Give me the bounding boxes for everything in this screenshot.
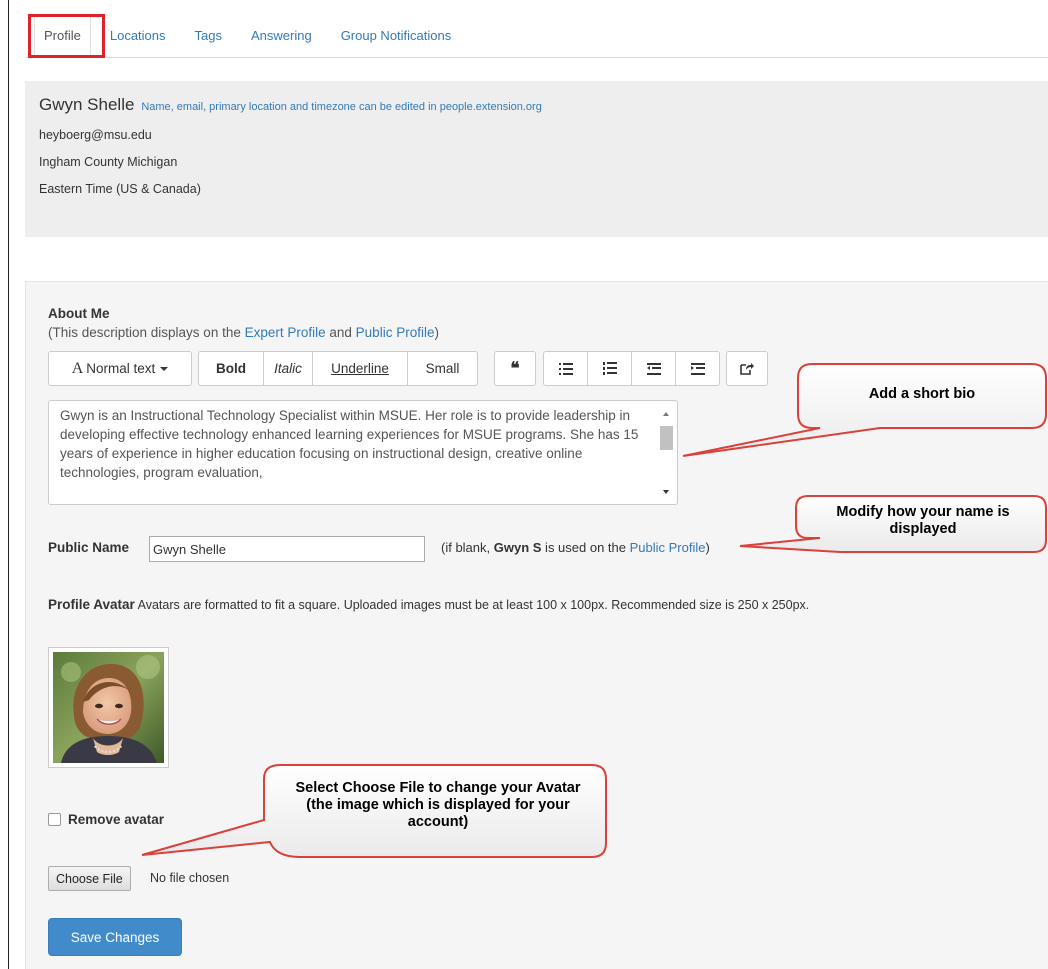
bold-button[interactable]: Bold [198, 351, 264, 386]
small-button[interactable]: Small [407, 351, 478, 386]
chevron-down-icon [160, 366, 169, 371]
textarea-scrollbar[interactable] [659, 405, 674, 500]
user-name: Gwyn Shelle [39, 95, 135, 114]
edit-hint-link[interactable]: Name, email, primary location and timezo… [141, 101, 542, 113]
underline-button[interactable]: Underline [312, 351, 408, 386]
profile-tabs: Profile Locations Tags Answering Group N… [25, 14, 1048, 58]
account-info-box: Gwyn Shelle Name, email, primary locatio… [25, 81, 1048, 237]
italic-button[interactable]: Italic [263, 351, 313, 386]
ordered-list-icon[interactable] [587, 351, 632, 386]
editor-toolbar-group-quote: ❝ [494, 351, 536, 386]
about-me-heading: About Me [48, 306, 110, 321]
avatar-image [53, 652, 164, 763]
about-me-note: (This description displays on the Expert… [48, 325, 439, 340]
about-note-prefix: (This description displays on the [48, 325, 245, 340]
scroll-up-icon[interactable] [663, 412, 669, 416]
callout-avatar-text: Select Choose File to change your Avatar… [295, 780, 581, 830]
public-name-input[interactable] [149, 536, 425, 562]
unordered-list-icon[interactable] [543, 351, 588, 386]
pn-note-prefix: (if blank, [441, 540, 494, 555]
expert-profile-link[interactable]: Expert Profile [245, 325, 326, 340]
window-edge [8, 0, 9, 969]
profile-tab-highlight [28, 14, 105, 58]
callout-bio-text: Add a short bio [868, 386, 976, 402]
editor-toolbar-group-lists [543, 351, 720, 386]
callout-name-text: Modify how your name is displayed [836, 504, 1010, 537]
user-email: heyboerg@msu.edu [39, 128, 152, 142]
outdent-icon[interactable] [631, 351, 676, 386]
editor-toolbar-group-format: A Normal text [48, 351, 192, 386]
avatar [48, 647, 169, 768]
blockquote-icon[interactable]: ❝ [494, 351, 536, 386]
file-status-text: No file chosen [150, 871, 230, 885]
editor-toolbar-group-emphasis: Bold Italic Underline Small [198, 351, 478, 386]
public-name-note: (if blank, Gwyn S is used on the Public … [441, 540, 710, 555]
remove-avatar-label: Remove avatar [68, 812, 165, 827]
format-select-icon: A [71, 359, 84, 377]
public-profile-link-2[interactable]: Public Profile [630, 540, 706, 555]
public-profile-link[interactable]: Public Profile [356, 325, 435, 340]
about-note-and: and [325, 325, 356, 340]
about-note-suffix: ) [434, 325, 439, 340]
tab-locations[interactable]: Locations [100, 14, 176, 58]
editor-toolbar-group-link [726, 351, 768, 386]
bio-text: Gwyn is an Instructional Technology Spec… [60, 408, 639, 480]
text-style-dropdown[interactable]: A Normal text [48, 351, 192, 386]
save-changes-button[interactable]: Save Changes [48, 918, 182, 956]
text-style-label: Normal text [86, 361, 156, 376]
avatar-label-title: Profile Avatar [48, 597, 135, 612]
choose-file-button[interactable]: Choose File [48, 866, 131, 891]
public-name-label: Public Name [48, 540, 130, 555]
tab-answering[interactable]: Answering [241, 14, 322, 58]
remove-avatar-option[interactable]: Remove avatar [48, 812, 164, 827]
pn-note-middle: is used on the [541, 540, 630, 555]
profile-avatar-label: Profile Avatar Avatars are formatted to … [48, 597, 809, 612]
avatar-description: Avatars are formatted to fit a square. U… [137, 598, 810, 612]
pn-note-short-name: Gwyn S [493, 540, 542, 555]
indent-icon[interactable] [675, 351, 720, 386]
tab-group-notifications[interactable]: Group Notifications [331, 14, 462, 58]
remove-avatar-checkbox[interactable] [48, 813, 61, 826]
pn-note-suffix: ) [705, 540, 710, 555]
scroll-thumb[interactable] [660, 426, 673, 450]
about-me-textarea[interactable]: Gwyn is an Instructional Technology Spec… [48, 400, 678, 505]
link-share-icon[interactable] [726, 351, 768, 386]
user-timezone: Eastern Time (US & Canada) [39, 182, 201, 196]
tab-tags[interactable]: Tags [185, 14, 232, 58]
scroll-down-icon[interactable] [663, 490, 669, 494]
user-location: Ingham County Michigan [39, 155, 178, 169]
